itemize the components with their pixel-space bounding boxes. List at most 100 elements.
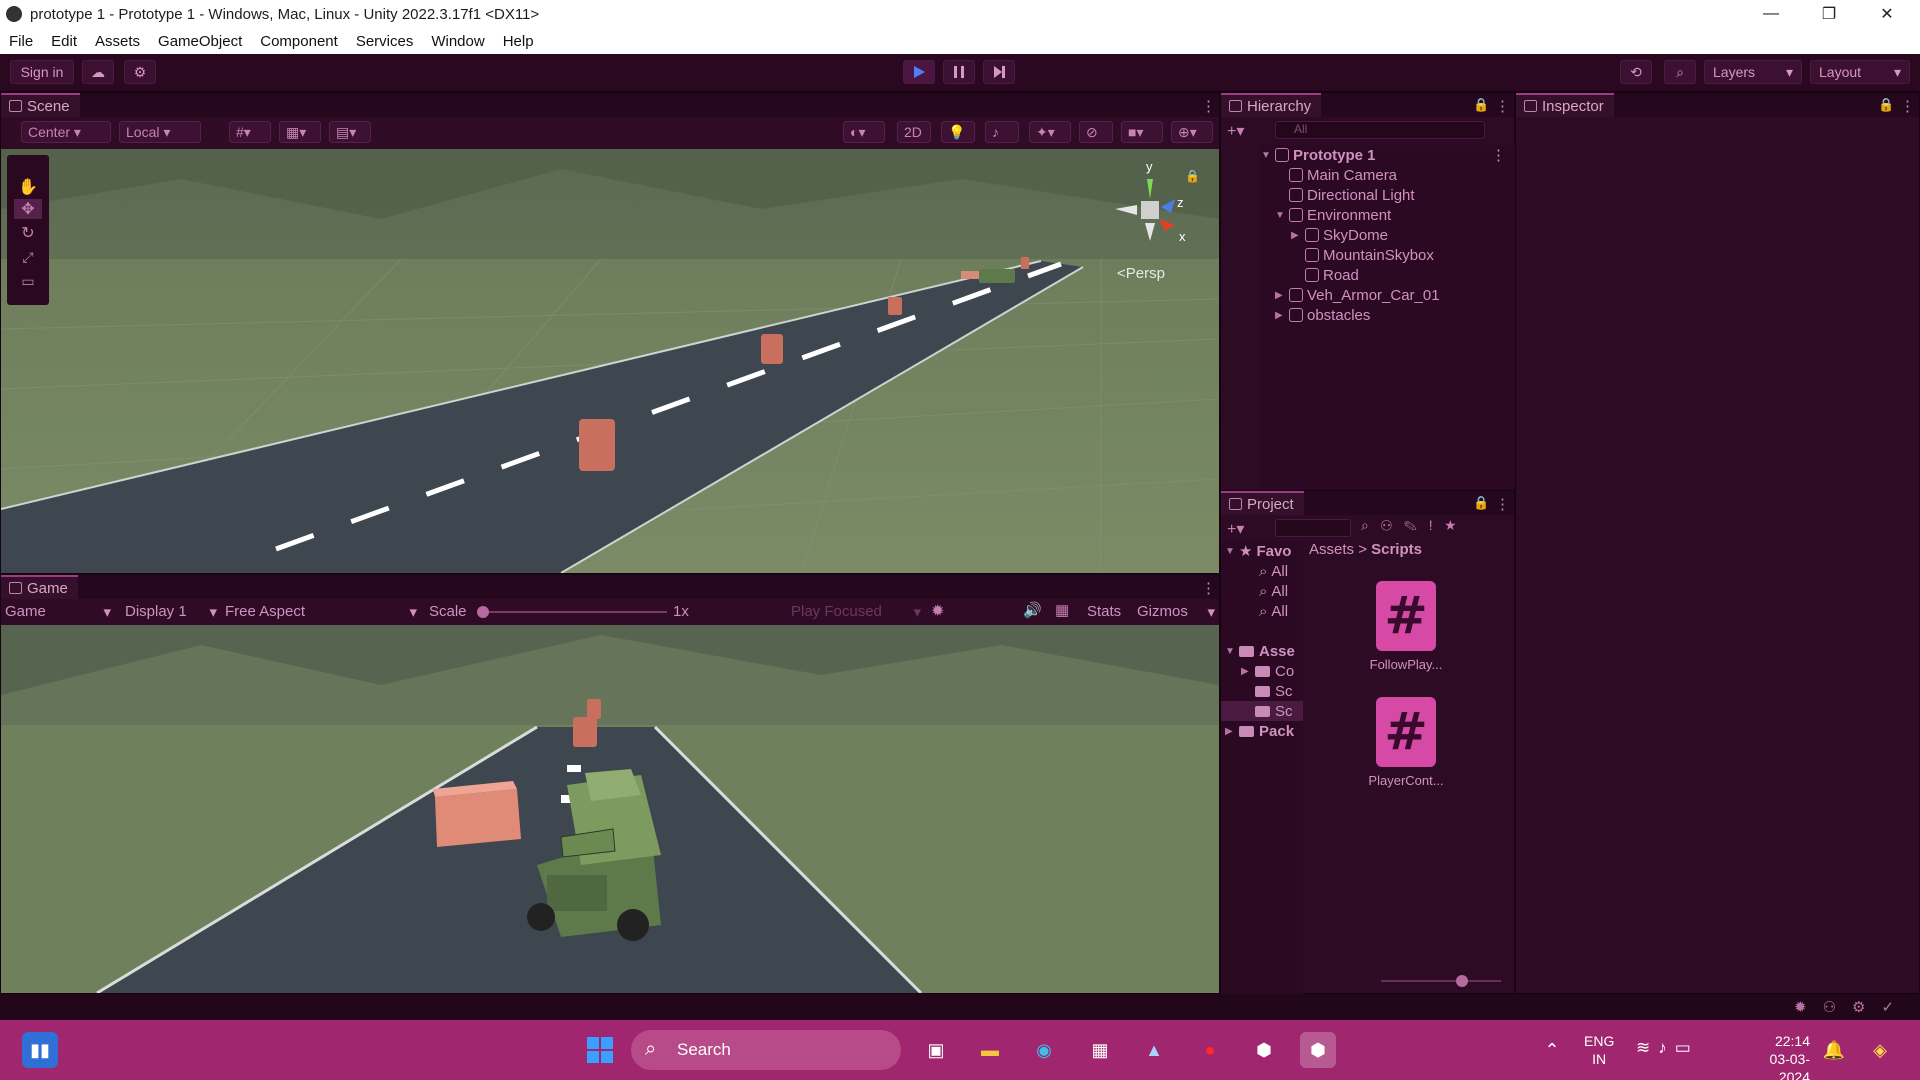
step-button[interactable]: [983, 60, 1015, 84]
clock[interactable]: 22:14 03-03-2024: [1752, 1032, 1810, 1080]
tab-project[interactable]: Project: [1221, 491, 1304, 515]
notification-bell-icon[interactable]: 🔔: [1816, 1032, 1852, 1068]
tree-row-main-camera[interactable]: Main Camera: [1289, 165, 1397, 185]
tab-inspector[interactable]: Inspector: [1516, 93, 1614, 117]
tree-row-armor-car[interactable]: ▶ Veh_Armor_Car_01: [1275, 285, 1440, 305]
tree-row-directional-light[interactable]: Directional Light: [1289, 185, 1415, 205]
icon-size-slider-handle[interactable]: [1456, 975, 1468, 987]
tree-folder-scripts[interactable]: Sc: [1221, 701, 1303, 721]
lighting-icon[interactable]: 💡: [941, 121, 975, 143]
display-dropdown[interactable]: Display 1 ▾: [125, 603, 217, 621]
menu-services[interactable]: Services: [347, 33, 423, 50]
menu-window[interactable]: Window: [422, 33, 493, 50]
language-indicator[interactable]: ENG IN: [1584, 1032, 1614, 1068]
copilot-icon[interactable]: ◈: [1862, 1032, 1898, 1068]
hierarchy-search-input[interactable]: All: [1275, 121, 1485, 139]
edge-icon[interactable]: ◉: [1026, 1032, 1062, 1068]
tree-fav-all-3[interactable]: ⌕ All: [1259, 601, 1288, 621]
menu-help[interactable]: Help: [494, 33, 543, 50]
minimize-button[interactable]: —: [1742, 0, 1800, 28]
file-explorer-icon[interactable]: ▬: [972, 1032, 1008, 1068]
scene-viewport[interactable]: ✋ ✥ ↻ ⤢ ▭ y z x 🔒 <Persp: [1, 149, 1219, 573]
create-button[interactable]: +▾: [1227, 519, 1244, 539]
gizmos-dropdown[interactable]: Gizmos ▾: [1137, 603, 1215, 621]
lock-icon[interactable]: 🔒: [1473, 495, 1489, 511]
game-view-dropdown[interactable]: Game ▾: [5, 603, 111, 621]
create-button[interactable]: +▾: [1227, 121, 1244, 141]
status-icons[interactable]: ✹⚇⚙✓: [1794, 998, 1910, 1016]
project-search-input[interactable]: [1275, 519, 1351, 537]
menu-component[interactable]: Component: [251, 33, 347, 50]
tree-row-road[interactable]: Road: [1305, 265, 1359, 285]
rotate-tool-icon[interactable]: ↻: [14, 223, 42, 243]
play-button[interactable]: [903, 60, 935, 84]
lock-icon[interactable]: 🔒: [1185, 169, 1200, 183]
search-icon[interactable]: ⌕: [1664, 60, 1696, 84]
draw-mode-icon[interactable]: ◐▾: [843, 121, 885, 143]
gizmos-icon[interactable]: ⊕▾: [1171, 121, 1213, 143]
effects-icon[interactable]: ✦▾: [1029, 121, 1071, 143]
scale-tool-icon[interactable]: ⤢: [14, 249, 42, 269]
more-icon[interactable]: ⋮: [1201, 579, 1216, 597]
collab-icon[interactable]: ⚙: [124, 60, 156, 84]
youtube-music-icon[interactable]: ●: [1192, 1032, 1228, 1068]
tree-favorites[interactable]: ▼ ★ Favo: [1225, 541, 1291, 561]
cloud-icon[interactable]: ☁: [82, 60, 114, 84]
system-tray-icons[interactable]: ≋♪▭: [1636, 1038, 1699, 1058]
project-filter-icons[interactable]: ⌕⚇✎!★: [1361, 517, 1468, 534]
bug-icon[interactable]: ✹: [931, 601, 944, 621]
pause-button[interactable]: [943, 60, 975, 84]
move-tool-icon[interactable]: ✥: [14, 199, 42, 219]
more-icon[interactable]: ⋮: [1495, 495, 1510, 513]
more-icon[interactable]: ⋮: [1201, 97, 1216, 115]
lock-icon[interactable]: 🔒: [1473, 97, 1489, 113]
more-icon[interactable]: ⋮: [1900, 97, 1915, 115]
photos-icon[interactable]: ▲: [1136, 1032, 1172, 1068]
tab-game[interactable]: Game: [1, 575, 78, 599]
chevron-up-icon[interactable]: ⌃: [1534, 1032, 1570, 1068]
asset-followplayer[interactable]: # FollowPlay...: [1351, 581, 1461, 672]
asset-playercontroller[interactable]: # PlayerCont...: [1351, 697, 1461, 788]
breadcrumb-assets[interactable]: Assets: [1309, 541, 1354, 558]
taskbar-search[interactable]: ⌕ Search: [631, 1030, 901, 1070]
tree-row-environment[interactable]: ▼ Environment: [1275, 205, 1391, 225]
tree-row-scene[interactable]: ▼ Prototype 1 ⋮: [1261, 145, 1516, 165]
orientation-gizmo[interactable]: y z x 🔒: [1101, 159, 1201, 259]
2d-toggle[interactable]: 2D: [897, 121, 931, 143]
tree-packages[interactable]: ▶ Pack: [1225, 721, 1294, 741]
stats-button[interactable]: Stats: [1087, 603, 1121, 620]
unity-hub-icon[interactable]: ⬢: [1246, 1032, 1282, 1068]
maximize-button[interactable]: ❐: [1800, 0, 1858, 28]
tab-scene[interactable]: Scene: [1, 93, 80, 117]
tree-row-mountainskybox[interactable]: MountainSkybox: [1305, 245, 1434, 265]
menu-file[interactable]: File: [0, 33, 42, 50]
more-icon[interactable]: ⋮: [1495, 97, 1510, 115]
play-focused-dropdown[interactable]: Play Focused ▾: [791, 603, 921, 621]
tree-fav-all-2[interactable]: ⌕ All: [1259, 581, 1288, 601]
breadcrumb-scripts[interactable]: Scripts: [1371, 541, 1422, 558]
grid-snap-icon[interactable]: #▾: [229, 121, 271, 143]
projection-label[interactable]: <Persp: [1117, 265, 1165, 282]
menu-assets[interactable]: Assets: [86, 33, 149, 50]
lock-icon[interactable]: 🔒: [1878, 97, 1894, 113]
start-icon[interactable]: [582, 1032, 618, 1068]
scale-slider[interactable]: [481, 611, 667, 613]
hand-tool-icon[interactable]: ✋: [14, 177, 42, 197]
tree-folder-sc-1[interactable]: Sc: [1255, 681, 1293, 701]
scale-slider-handle[interactable]: [477, 606, 489, 618]
increment-snap-icon[interactable]: ▦▾: [279, 121, 321, 143]
tree-folder-co[interactable]: ▶ Co: [1241, 661, 1294, 681]
visibility-icon[interactable]: ⊘: [1079, 121, 1113, 143]
history-icon[interactable]: ⟲: [1620, 60, 1652, 84]
tree-row-obstacles[interactable]: ▶ obstacles: [1275, 305, 1370, 325]
menu-gameobject[interactable]: GameObject: [149, 33, 251, 50]
camera-icon[interactable]: ■▾: [1121, 121, 1163, 143]
icon-size-slider[interactable]: [1381, 980, 1501, 982]
aspect-dropdown[interactable]: Free Aspect ▾: [225, 603, 417, 621]
tree-row-skydome[interactable]: ▶ SkyDome: [1291, 225, 1388, 245]
close-button[interactable]: ✕: [1858, 0, 1916, 28]
widgets-icon[interactable]: ▮▮: [22, 1032, 58, 1068]
audio-icon[interactable]: ♪: [985, 121, 1019, 143]
tab-hierarchy[interactable]: Hierarchy: [1221, 93, 1322, 117]
pivot-dropdown[interactable]: Center ▾: [21, 121, 111, 143]
